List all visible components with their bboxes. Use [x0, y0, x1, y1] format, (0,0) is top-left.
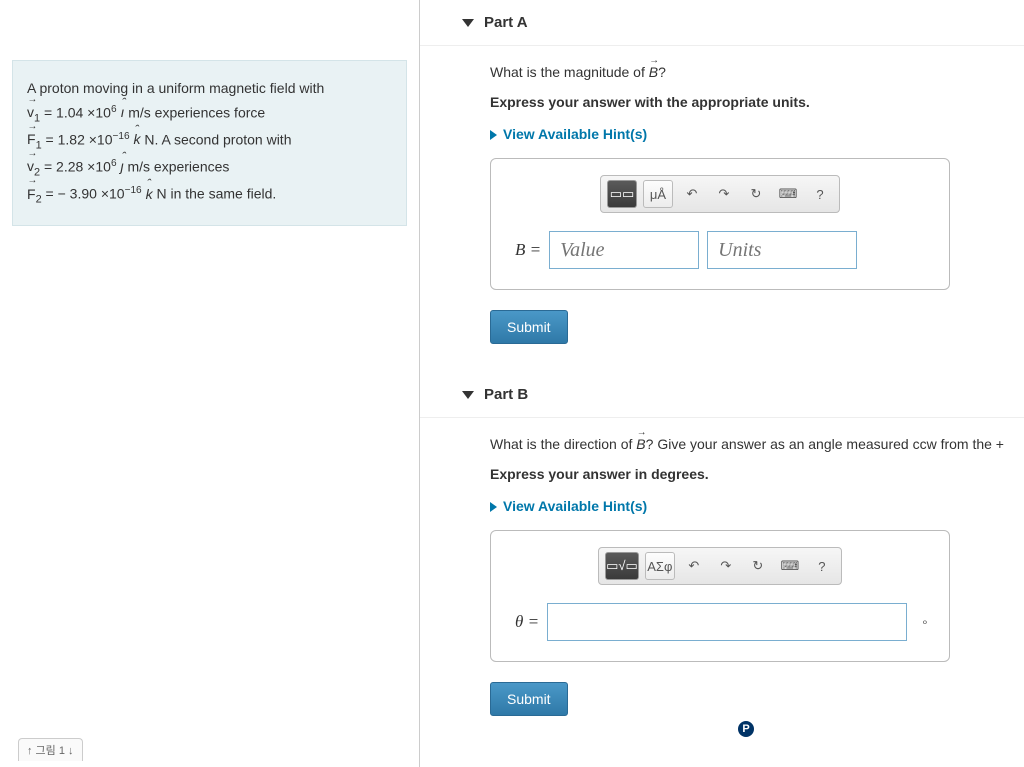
undo-button[interactable]: ↶ [679, 180, 705, 208]
answer-panel: Part A What is the magnitude of B? Expre… [420, 0, 1024, 767]
part-b-body: What is the direction of B? Give your an… [420, 418, 1024, 765]
j-hat: ȷ [120, 155, 123, 179]
help-button[interactable]: ? [809, 552, 835, 580]
redo-button[interactable]: ↷ [713, 552, 739, 580]
f2-vector: F [27, 183, 36, 207]
part-b-question: What is the direction of B? Give your an… [490, 436, 1006, 452]
keyboard-button[interactable]: ⌨ [775, 180, 801, 208]
part-a-answer-box: ▭▭ μÅ ↶ ↷ ↻ ⌨ ? B = [490, 158, 950, 290]
reset-icon: ↻ [752, 558, 763, 574]
units-button[interactable]: μÅ [643, 180, 673, 208]
symbols-button[interactable]: ΑΣφ [645, 552, 675, 580]
part-b-variable: θ = [515, 612, 539, 632]
value-input[interactable] [549, 231, 699, 269]
undo-icon: ↶ [688, 558, 699, 574]
part-a-instruction: Express your answer with the appropriate… [490, 94, 1006, 110]
help-icon: ? [818, 559, 825, 574]
part-b-answer-box: ▭√▭ ΑΣφ ↶ ↷ ↻ ⌨ ? θ = ∘ [490, 530, 950, 662]
brand-icon: P [738, 721, 754, 737]
chevron-down-icon [462, 391, 474, 399]
templates-button[interactable]: ▭▭ [607, 180, 637, 208]
redo-icon: ↷ [719, 186, 730, 202]
keyboard-button[interactable]: ⌨ [777, 552, 803, 580]
units-input[interactable] [707, 231, 857, 269]
part-b-submit-button[interactable]: Submit [490, 682, 568, 716]
help-icon: ? [816, 187, 823, 202]
reset-icon: ↻ [751, 186, 762, 202]
problem-statement: A proton moving in a uniform magnetic fi… [12, 60, 407, 226]
keyboard-icon: ⌨ [779, 186, 798, 202]
b-vector: B [649, 64, 658, 80]
theta-input[interactable] [547, 603, 907, 641]
undo-button[interactable]: ↶ [681, 552, 707, 580]
chevron-right-icon [490, 502, 497, 512]
part-a-question: What is the magnitude of B? [490, 64, 1006, 80]
part-a-variable: B = [515, 240, 541, 260]
degree-unit: ∘ [921, 615, 929, 629]
part-a-header[interactable]: Part A [420, 0, 1024, 46]
part-b-title: Part B [484, 386, 528, 403]
part-b-toolbar: ▭√▭ ΑΣφ ↶ ↷ ↻ ⌨ ? [598, 547, 842, 585]
b-vector: B [636, 436, 645, 452]
part-a-answer-row: B = [509, 231, 931, 269]
templates-button[interactable]: ▭√▭ [605, 552, 639, 580]
chevron-right-icon [490, 130, 497, 140]
chevron-down-icon [462, 19, 474, 27]
part-b-hints-link[interactable]: View Available Hint(s) [490, 498, 647, 514]
reset-button[interactable]: ↻ [745, 552, 771, 580]
k-hat: k [134, 128, 141, 152]
part-b-header[interactable]: Part B [420, 372, 1024, 418]
k-hat: k [146, 183, 153, 207]
part-a-title: Part A [484, 14, 528, 31]
help-button[interactable]: ? [807, 180, 833, 208]
part-a-hints-link[interactable]: View Available Hint(s) [490, 126, 647, 142]
redo-button[interactable]: ↷ [711, 180, 737, 208]
part-a-toolbar: ▭▭ μÅ ↶ ↷ ↻ ⌨ ? [600, 175, 840, 213]
reset-button[interactable]: ↻ [743, 180, 769, 208]
brand-footer: P [490, 716, 1006, 737]
redo-icon: ↷ [720, 558, 731, 574]
problem-text: A proton moving in a uniform magnetic fi… [27, 80, 324, 96]
part-a-submit-button[interactable]: Submit [490, 310, 568, 344]
part-b-instruction: Express your answer in degrees. [490, 466, 1006, 482]
templates-icon: ▭√▭ [606, 558, 638, 574]
templates-icon: ▭▭ [610, 186, 635, 202]
undo-icon: ↶ [687, 186, 698, 202]
i-hat: ı [120, 101, 124, 125]
keyboard-icon: ⌨ [780, 558, 799, 574]
problem-panel: A proton moving in a uniform magnetic fi… [0, 0, 420, 767]
figure-nav-stub[interactable]: ↑ 그림 1 ↓ [18, 738, 83, 761]
part-b-answer-row: θ = ∘ [509, 603, 931, 641]
part-a-body: What is the magnitude of B? Express your… [420, 46, 1024, 372]
